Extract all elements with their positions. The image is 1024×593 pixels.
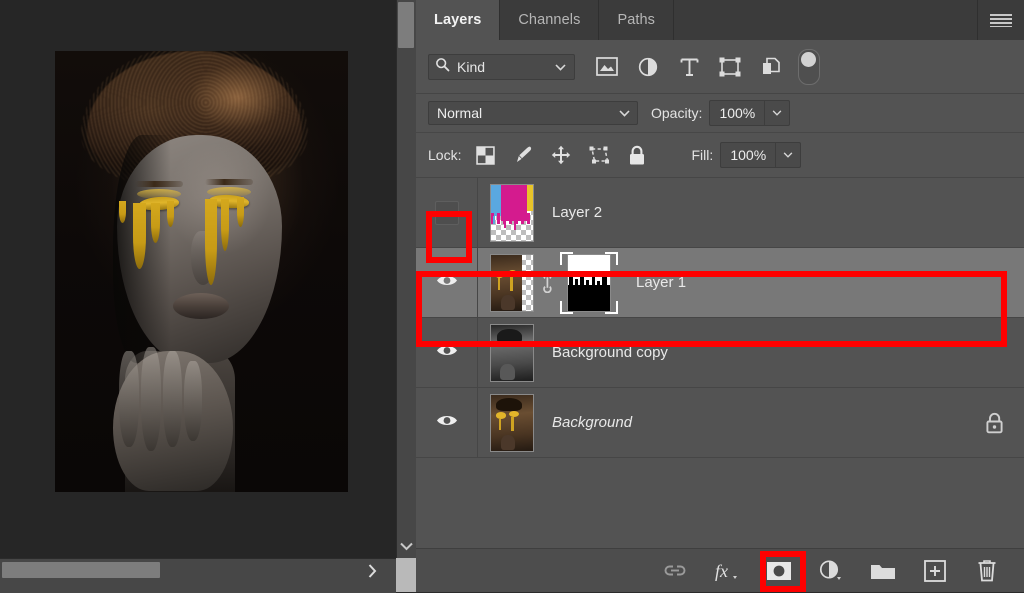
layers-panel-bottom-toolbar: fx xyxy=(416,548,1024,592)
tab-channels[interactable]: Channels xyxy=(500,0,599,40)
canvas-vertical-scrollbar[interactable] xyxy=(396,0,417,558)
layer-thumbnails xyxy=(478,324,534,382)
scrollbar-corner xyxy=(396,558,416,592)
pixel-layer-filter-icon[interactable] xyxy=(594,54,620,80)
new-group-button[interactable] xyxy=(868,557,898,585)
layer-visibility-toggle[interactable] xyxy=(416,248,478,317)
fill-value: 100% xyxy=(721,147,775,163)
lock-label: Lock: xyxy=(428,147,461,163)
filter-enable-toggle[interactable] xyxy=(798,49,820,85)
opacity-label: Opacity: xyxy=(651,105,702,121)
eye-visible-icon xyxy=(436,413,458,433)
tab-paths[interactable]: Paths xyxy=(599,0,674,40)
fill-label: Fill: xyxy=(691,147,713,163)
link-layers-button[interactable] xyxy=(660,557,690,585)
search-icon xyxy=(435,57,450,77)
layer-name[interactable]: Layer 1 xyxy=(636,274,964,291)
document-canvas-area[interactable] xyxy=(0,0,396,592)
layer-thumbnails xyxy=(478,184,534,242)
scroll-right-arrow[interactable] xyxy=(360,560,384,582)
layer-visibility-toggle[interactable] xyxy=(416,318,478,387)
toggle-knob xyxy=(801,52,816,67)
svg-text:fx: fx xyxy=(715,561,728,581)
chevron-down-icon xyxy=(555,58,566,76)
new-adjustment-layer-button[interactable] xyxy=(816,557,846,585)
panel-tab-bar: Layers Channels Paths xyxy=(416,0,1024,40)
layer-thumbnails xyxy=(478,394,534,452)
type-layer-filter-icon[interactable] xyxy=(676,54,702,80)
blend-mode-row: Normal Opacity: 100% xyxy=(416,94,1024,132)
table-row[interactable]: Background xyxy=(416,388,1024,458)
panel-menu-button[interactable] xyxy=(978,0,1024,40)
lock-icon-group xyxy=(474,144,648,166)
filter-kind-select[interactable]: Kind xyxy=(428,54,575,80)
layer-thumbnails xyxy=(478,250,618,316)
table-row[interactable]: Layer 1 xyxy=(416,248,1024,318)
layer-thumbnail[interactable] xyxy=(490,254,534,312)
fill-field[interactable]: 100% xyxy=(720,142,801,168)
blend-mode-select[interactable]: Normal xyxy=(428,101,638,125)
layer-style-button[interactable]: fx xyxy=(712,557,742,585)
table-row[interactable]: Layer 2 xyxy=(416,178,1024,248)
opacity-field[interactable]: 100% xyxy=(709,100,790,126)
canvas-photo xyxy=(55,51,348,492)
scroll-down-arrow[interactable] xyxy=(396,534,416,558)
layer-mask-link-icon[interactable] xyxy=(534,272,560,293)
hamburger-menu-icon xyxy=(990,14,1012,27)
layer-list-empty-area[interactable] xyxy=(416,458,1024,530)
opacity-value: 100% xyxy=(710,105,764,121)
filter-kind-label: Kind xyxy=(457,59,485,75)
photoshop-layers-panel-screenshot: Layers Channels Paths Kind xyxy=(0,0,1024,592)
layer-thumbnail[interactable] xyxy=(490,394,534,452)
layer-visibility-toggle[interactable] xyxy=(416,178,478,247)
new-layer-button[interactable] xyxy=(920,557,950,585)
shape-layer-filter-icon[interactable] xyxy=(717,54,743,80)
fill-stepper[interactable] xyxy=(775,143,800,167)
tab-bar-spacer xyxy=(674,0,978,40)
layer-thumbnail[interactable] xyxy=(490,324,534,382)
smart-object-filter-icon[interactable] xyxy=(758,54,784,80)
lock-all-icon[interactable] xyxy=(626,144,648,166)
layer-name[interactable]: Background copy xyxy=(552,344,964,361)
tab-channels-label: Channels xyxy=(518,12,580,28)
blend-mode-value: Normal xyxy=(437,105,482,121)
layer-thumbnail[interactable] xyxy=(490,184,534,242)
background-lock-icon xyxy=(964,412,1024,434)
lock-position-icon[interactable] xyxy=(550,144,572,166)
delete-layer-button[interactable] xyxy=(972,557,1002,585)
adjustment-layer-filter-icon[interactable] xyxy=(635,54,661,80)
add-layer-mask-button[interactable] xyxy=(764,557,794,585)
filter-type-icons xyxy=(594,54,784,80)
eye-visible-icon xyxy=(436,343,458,363)
layer-visibility-toggle[interactable] xyxy=(416,388,478,457)
table-row[interactable]: Background copy xyxy=(416,318,1024,388)
layer-filter-row: Kind xyxy=(416,40,1024,94)
document-window[interactable] xyxy=(0,0,396,558)
canvas-vertical-scrollbar-thumb[interactable] xyxy=(398,2,414,48)
eye-visible-icon xyxy=(436,273,458,293)
lock-artboard-nesting-icon[interactable] xyxy=(588,144,610,166)
lock-transparent-pixels-icon[interactable] xyxy=(474,144,496,166)
lock-row: Lock: Fill: 100% xyxy=(416,132,1024,178)
opacity-stepper[interactable] xyxy=(764,101,789,125)
tab-paths-label: Paths xyxy=(617,12,655,28)
lock-image-pixels-icon[interactable] xyxy=(512,144,534,166)
layers-panel: Layers Channels Paths Kind xyxy=(416,0,1024,592)
layer-mask-thumbnail[interactable] xyxy=(567,254,611,312)
eye-hidden-icon xyxy=(435,201,459,225)
tab-layers[interactable]: Layers xyxy=(416,0,500,40)
layer-mask-container[interactable] xyxy=(560,250,618,316)
tab-layers-label: Layers xyxy=(434,12,481,28)
chevron-down-icon xyxy=(619,104,630,122)
canvas-horizontal-scrollbar-thumb[interactable] xyxy=(2,562,160,578)
layer-name[interactable]: Background xyxy=(552,414,964,431)
layer-name[interactable]: Layer 2 xyxy=(552,204,964,221)
layer-list: Layer 2 xyxy=(416,178,1024,530)
